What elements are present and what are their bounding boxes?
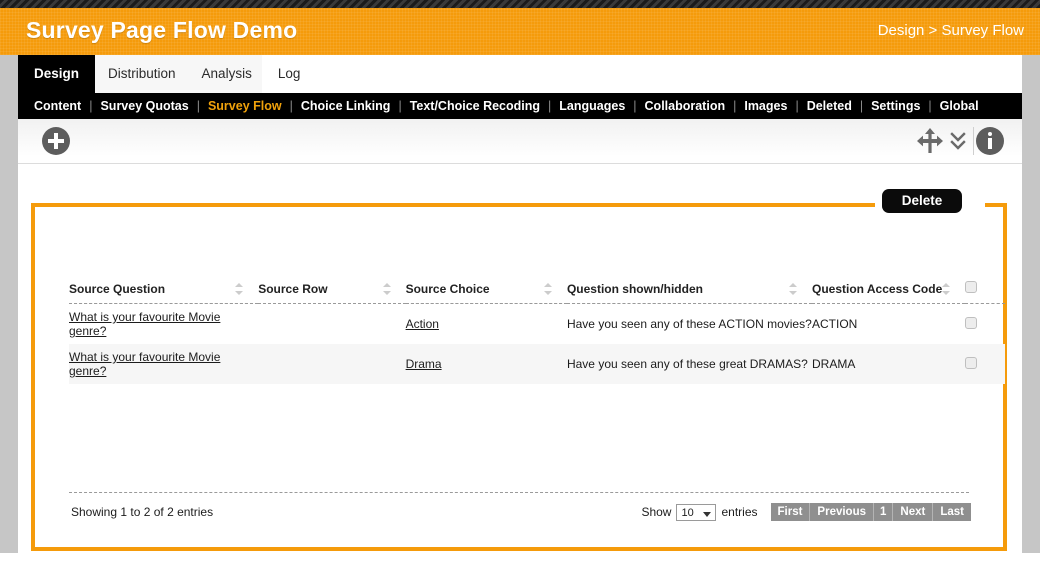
sort-icon[interactable]	[235, 283, 244, 296]
row-checkbox[interactable]	[965, 357, 977, 369]
column-header-source-question[interactable]: Source Question	[69, 281, 258, 304]
sort-icon[interactable]	[383, 283, 392, 296]
cell-source-choice: Action	[406, 304, 567, 345]
survey-flow-table: Source Question Source Row Source Choice	[69, 281, 1005, 384]
toolbar-divider	[973, 127, 974, 155]
pagination-next[interactable]: Next	[893, 503, 933, 521]
cell-row-select	[965, 344, 1005, 384]
cell-source-question: What is your favourite Movie genre?	[69, 304, 258, 345]
column-header-source-choice[interactable]: Source Choice	[406, 281, 567, 304]
source-question-link[interactable]: What is your favourite Movie genre?	[69, 350, 220, 378]
select-all-checkbox[interactable]	[965, 281, 977, 293]
table-row[interactable]: What is your favourite Movie genre? Acti…	[69, 304, 1005, 345]
cell-source-question: What is your favourite Movie genre?	[69, 344, 258, 384]
column-label: Source Choice	[406, 282, 490, 296]
pagination: First Previous 1 Next Last	[771, 503, 972, 521]
page-length-value: 10	[681, 505, 693, 522]
subnav-item-languages[interactable]: Languages	[551, 93, 633, 119]
survey-flow-panel: Source Question Source Row Source Choice	[31, 203, 1007, 551]
page-gutter-left	[0, 55, 18, 553]
subnav-item-content[interactable]: Content	[26, 93, 89, 119]
subnav-item-survey-flow[interactable]: Survey Flow	[200, 93, 290, 119]
tab-design[interactable]: Design	[18, 55, 95, 93]
column-label: Source Row	[258, 282, 327, 296]
tab-log[interactable]: Log	[265, 55, 314, 93]
column-header-select-all	[965, 281, 1005, 304]
cell-question-shown-hidden: Have you seen any of these great DRAMAS?	[567, 344, 812, 384]
breadcrumb: Design > Survey Flow	[878, 22, 1024, 39]
source-choice-link[interactable]: Drama	[406, 357, 442, 371]
cell-source-choice: Drama	[406, 344, 567, 384]
subnav-item-global[interactable]: Global	[932, 93, 987, 119]
plus-circle-icon[interactable]	[42, 127, 70, 155]
sort-icon[interactable]	[942, 283, 951, 296]
row-checkbox[interactable]	[965, 317, 977, 329]
sort-icon[interactable]	[544, 283, 553, 296]
pagination-page-1[interactable]: 1	[874, 503, 893, 521]
table-footer-divider	[69, 492, 969, 493]
cell-source-row	[258, 344, 405, 384]
window-top-stripe	[0, 0, 1040, 8]
table-body: What is your favourite Movie genre? Acti…	[69, 304, 1005, 385]
page-title: Survey Page Flow Demo	[26, 17, 297, 44]
column-label: Question shown/hidden	[567, 282, 703, 296]
app-titlebar: Survey Page Flow Demo Design > Survey Fl…	[0, 8, 1040, 55]
tab-distribution[interactable]: Distribution	[95, 55, 189, 93]
column-label: Question Access Code	[812, 282, 942, 296]
cell-source-row	[258, 304, 405, 345]
subnav-item-collaboration[interactable]: Collaboration	[637, 93, 734, 119]
info-icon-dot	[988, 132, 992, 136]
info-icon-stem	[988, 138, 992, 149]
page-body: DesignDistributionAnalysisLog Content|Su…	[18, 55, 1022, 579]
source-question-link[interactable]: What is your favourite Movie genre?	[69, 310, 220, 338]
primary-tabs: DesignDistributionAnalysisLog	[18, 55, 1022, 93]
show-label: Show	[641, 505, 671, 519]
column-label: Source Question	[69, 282, 165, 296]
page-gutter-right	[1022, 55, 1040, 553]
table-footer-controls: Show 10 entries First Previous 1 Next La…	[636, 503, 971, 521]
pagination-first[interactable]: First	[771, 503, 811, 521]
table-row[interactable]: What is your favourite Movie genre? Dram…	[69, 344, 1005, 384]
move-arrows-icon[interactable]	[916, 128, 944, 154]
column-header-source-row[interactable]: Source Row	[258, 281, 405, 304]
info-circle-icon[interactable]	[976, 127, 1004, 155]
cell-row-select	[965, 304, 1005, 345]
tab-analysis[interactable]: Analysis	[189, 55, 265, 93]
cell-question-access-code: DRAMA	[812, 344, 965, 384]
page-length-select[interactable]: 10	[676, 504, 716, 521]
column-header-question-shown-hidden[interactable]: Question shown/hidden	[567, 281, 812, 304]
cell-question-access-code: ACTION	[812, 304, 965, 345]
secondary-nav: Content|Survey Quotas|Survey Flow|Choice…	[18, 93, 1022, 119]
table-entries-info: Showing 1 to 2 of 2 entries	[71, 505, 213, 519]
table-header-row: Source Question Source Row Source Choice	[69, 281, 1005, 304]
subnav-item-text-choice-recoding[interactable]: Text/Choice Recoding	[402, 93, 548, 119]
source-choice-link[interactable]: Action	[406, 317, 439, 331]
subnav-item-survey-quotas[interactable]: Survey Quotas	[92, 93, 196, 119]
column-header-question-access-code[interactable]: Question Access Code	[812, 281, 965, 304]
entries-label: entries	[721, 505, 757, 519]
double-chevron-down-icon[interactable]	[950, 130, 966, 152]
table-header: Source Question Source Row Source Choice	[69, 281, 1005, 304]
subnav-item-images[interactable]: Images	[736, 93, 795, 119]
chevron-down-icon	[703, 512, 711, 517]
pagination-last[interactable]: Last	[933, 503, 971, 521]
pagination-previous[interactable]: Previous	[810, 503, 874, 521]
delete-button[interactable]: Delete	[882, 189, 962, 213]
subnav-item-deleted[interactable]: Deleted	[799, 93, 860, 119]
subnav-item-settings[interactable]: Settings	[863, 93, 928, 119]
panel-toolbar	[18, 119, 1022, 164]
subnav-item-choice-linking[interactable]: Choice Linking	[293, 93, 399, 119]
sort-icon[interactable]	[789, 283, 798, 296]
cell-question-shown-hidden: Have you seen any of these ACTION movies…	[567, 304, 812, 345]
